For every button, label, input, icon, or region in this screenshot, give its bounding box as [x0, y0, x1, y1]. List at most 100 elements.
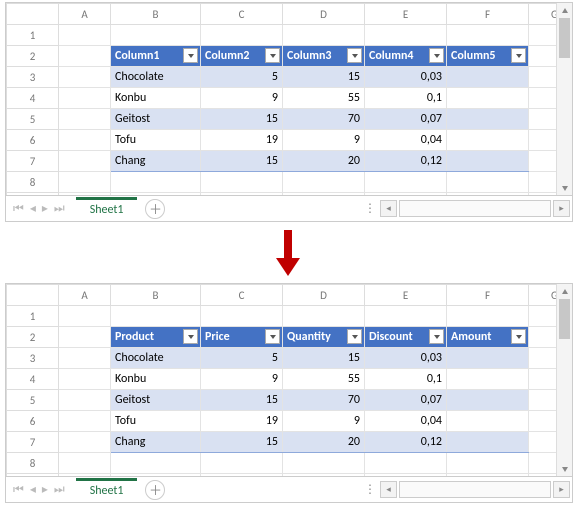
table-header-cell[interactable]: Column4: [365, 46, 447, 67]
scroll-thumb[interactable]: [559, 299, 570, 339]
cell[interactable]: [201, 453, 283, 474]
col-header[interactable]: B: [111, 285, 201, 306]
table-header-cell[interactable]: Column3: [283, 46, 365, 67]
row-header[interactable]: 7: [7, 151, 59, 172]
row-header[interactable]: 4: [7, 88, 59, 109]
table-header-cell[interactable]: Discount: [365, 327, 447, 348]
nav-next-icon[interactable]: ▸: [42, 482, 48, 497]
scroll-track[interactable]: [557, 18, 572, 180]
cell[interactable]: [283, 172, 365, 193]
cell[interactable]: [111, 25, 201, 46]
cell[interactable]: [447, 306, 529, 327]
cell[interactable]: [365, 453, 447, 474]
col-header[interactable]: E: [365, 4, 447, 25]
nav-first-icon[interactable]: ⏮: [13, 202, 24, 216]
table-data-cell[interactable]: [447, 390, 529, 411]
table-data-cell[interactable]: 20: [283, 151, 365, 172]
sheet-nav-buttons[interactable]: ⏮ ◂ ▸ ⏭: [6, 201, 72, 216]
table-data-cell[interactable]: Geitost: [111, 390, 201, 411]
col-header[interactable]: C: [201, 285, 283, 306]
nav-first-icon[interactable]: ⏮: [13, 483, 24, 497]
table-data-cell[interactable]: 5: [201, 67, 283, 88]
cell[interactable]: [59, 306, 111, 327]
filter-dropdown-icon[interactable]: [265, 329, 280, 344]
col-header[interactable]: D: [283, 4, 365, 25]
cell[interactable]: [59, 46, 111, 67]
table-data-cell[interactable]: Konbu: [111, 88, 201, 109]
table-header-cell[interactable]: Column2: [201, 46, 283, 67]
table-data-cell[interactable]: Chocolate: [111, 348, 201, 369]
table-data-cell[interactable]: 9: [283, 411, 365, 432]
cell[interactable]: [59, 453, 111, 474]
table-data-cell[interactable]: 15: [283, 67, 365, 88]
table-data-cell[interactable]: 20: [283, 432, 365, 453]
filter-dropdown-icon[interactable]: [183, 329, 198, 344]
col-header[interactable]: C: [201, 4, 283, 25]
table-data-cell[interactable]: [447, 130, 529, 151]
cell[interactable]: [59, 151, 111, 172]
col-header[interactable]: F: [447, 4, 529, 25]
table-data-cell[interactable]: 0,03: [365, 348, 447, 369]
sheet-tab-active[interactable]: Sheet1: [76, 197, 138, 220]
row-header[interactable]: 5: [7, 109, 59, 130]
hscroll-track[interactable]: [399, 481, 551, 498]
cell[interactable]: [201, 172, 283, 193]
hscroll-track[interactable]: [399, 200, 551, 217]
hscroll-grip-icon[interactable]: ⋮: [364, 482, 376, 497]
add-sheet-button[interactable]: ＋: [145, 199, 165, 219]
table-header-cell[interactable]: Quantity: [283, 327, 365, 348]
table-data-cell[interactable]: 9: [283, 130, 365, 151]
grid-area[interactable]: A B C D E F G 12ProductPriceQuantityDisc…: [6, 284, 572, 476]
table-data-cell[interactable]: 0,03: [365, 67, 447, 88]
col-header[interactable]: D: [283, 285, 365, 306]
vertical-scrollbar[interactable]: [556, 284, 572, 476]
table-data-cell[interactable]: 9: [201, 88, 283, 109]
filter-dropdown-icon[interactable]: [429, 48, 444, 63]
scroll-track[interactable]: [557, 299, 572, 461]
table-data-cell[interactable]: Tofu: [111, 130, 201, 151]
cell[interactable]: [59, 327, 111, 348]
row-header[interactable]: 8: [7, 172, 59, 193]
col-header[interactable]: B: [111, 4, 201, 25]
table-data-cell[interactable]: 15: [283, 348, 365, 369]
sheet-nav-buttons[interactable]: ⏮ ◂ ▸ ⏭: [6, 482, 72, 497]
table-data-cell[interactable]: 0,12: [365, 151, 447, 172]
table-data-cell[interactable]: 15: [201, 390, 283, 411]
row-header[interactable]: 5: [7, 390, 59, 411]
scroll-up-icon[interactable]: [557, 284, 572, 299]
table-header-cell[interactable]: Price: [201, 327, 283, 348]
cell[interactable]: [447, 453, 529, 474]
table-data-cell[interactable]: Chang: [111, 151, 201, 172]
table-data-cell[interactable]: 70: [283, 109, 365, 130]
table-data-cell[interactable]: 9: [201, 369, 283, 390]
hscroll-left-icon[interactable]: ◂: [380, 200, 397, 217]
sheet-tab-active[interactable]: Sheet1: [76, 478, 138, 501]
select-all-corner[interactable]: [7, 285, 59, 306]
row-header[interactable]: 3: [7, 348, 59, 369]
table-data-cell[interactable]: Chocolate: [111, 67, 201, 88]
row-header[interactable]: 3: [7, 67, 59, 88]
filter-dropdown-icon[interactable]: [265, 48, 280, 63]
cell[interactable]: [59, 348, 111, 369]
hscroll-left-icon[interactable]: ◂: [380, 481, 397, 498]
cell[interactable]: [283, 453, 365, 474]
add-sheet-button[interactable]: ＋: [145, 480, 165, 500]
cell[interactable]: [111, 172, 201, 193]
cell[interactable]: [59, 109, 111, 130]
scroll-up-icon[interactable]: [557, 3, 572, 18]
filter-dropdown-icon[interactable]: [511, 48, 526, 63]
table-data-cell[interactable]: 15: [201, 109, 283, 130]
table-header-cell[interactable]: Amount: [447, 327, 529, 348]
vertical-scrollbar[interactable]: [556, 3, 572, 195]
table-data-cell[interactable]: [447, 151, 529, 172]
table-data-cell[interactable]: [447, 411, 529, 432]
table-data-cell[interactable]: 19: [201, 130, 283, 151]
table-data-cell[interactable]: 15: [201, 151, 283, 172]
table-data-cell[interactable]: 0,07: [365, 109, 447, 130]
row-header[interactable]: 7: [7, 432, 59, 453]
table-data-cell[interactable]: [447, 348, 529, 369]
table-data-cell[interactable]: 5: [201, 348, 283, 369]
table-data-cell[interactable]: Konbu: [111, 369, 201, 390]
nav-last-icon[interactable]: ⏭: [54, 202, 65, 216]
cell[interactable]: [59, 130, 111, 151]
